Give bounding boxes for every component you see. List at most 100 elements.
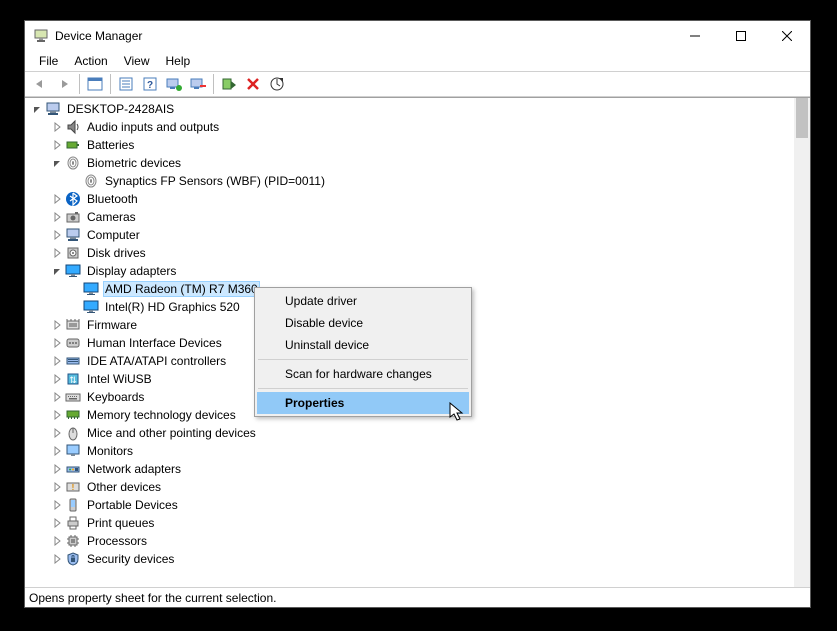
window-buttons <box>672 21 810 51</box>
tree-category-label: Computer <box>85 228 142 242</box>
tree-category[interactable]: Display adapters <box>25 262 794 280</box>
tree-category[interactable]: Batteries <box>25 136 794 154</box>
show-hidden-button[interactable] <box>84 73 106 95</box>
ctx-update-driver[interactable]: Update driver <box>257 290 469 312</box>
help-button[interactable]: ? <box>139 73 161 95</box>
network-icon <box>65 461 81 477</box>
biometric-icon <box>65 155 81 171</box>
tree-category[interactable]: Audio inputs and outputs <box>25 118 794 136</box>
camera-icon <box>65 209 81 225</box>
chevron-right-icon[interactable] <box>51 517 63 529</box>
menu-view[interactable]: View <box>118 53 156 69</box>
chevron-right-icon[interactable] <box>51 445 63 457</box>
audio-icon <box>65 119 81 135</box>
portable-icon <box>65 497 81 513</box>
tree-category-label: Audio inputs and outputs <box>85 120 221 134</box>
ctx-disable-device[interactable]: Disable device <box>257 312 469 334</box>
toolbar-separator <box>79 74 80 94</box>
properties-button[interactable] <box>115 73 137 95</box>
tree-category[interactable]: Bluetooth <box>25 190 794 208</box>
tree-category[interactable]: Monitors <box>25 442 794 460</box>
disk-icon <box>65 245 81 261</box>
chevron-right-icon[interactable] <box>51 337 63 349</box>
chevron-right-icon[interactable] <box>51 355 63 367</box>
tree-category[interactable]: !Other devices <box>25 478 794 496</box>
chevron-right-icon[interactable] <box>51 463 63 475</box>
tree-root-label: DESKTOP-2428AIS <box>65 102 176 116</box>
maximize-button[interactable] <box>718 21 764 51</box>
chevron-right-icon[interactable] <box>51 427 63 439</box>
chevron-down-icon[interactable] <box>51 265 63 277</box>
menu-file[interactable]: File <box>33 53 64 69</box>
menu-help[interactable]: Help <box>160 53 197 69</box>
ctx-scan-hardware[interactable]: Scan for hardware changes <box>257 363 469 385</box>
tree-category-label: Human Interface Devices <box>85 336 224 350</box>
tree-category-label: Other devices <box>85 480 163 494</box>
chevron-right-icon[interactable] <box>51 229 63 241</box>
chevron-down-icon[interactable] <box>31 103 43 115</box>
tree-category-label: Biometric devices <box>85 156 183 170</box>
tree-category[interactable]: Biometric devices <box>25 154 794 172</box>
tree-category-label: IDE ATA/ATAPI controllers <box>85 354 228 368</box>
tree-root[interactable]: DESKTOP-2428AIS <box>25 100 794 118</box>
battery-icon <box>65 137 81 153</box>
chevron-right-icon[interactable] <box>51 121 63 133</box>
menu-action[interactable]: Action <box>68 53 113 69</box>
toolbar-separator <box>110 74 111 94</box>
ctx-separator <box>258 359 468 360</box>
hid-icon <box>65 335 81 351</box>
scrollbar-thumb[interactable] <box>796 98 808 138</box>
tree-category-label: Monitors <box>85 444 135 458</box>
tree-category[interactable]: Print queues <box>25 514 794 532</box>
minimize-button[interactable] <box>672 21 718 51</box>
chevron-right-icon[interactable] <box>51 373 63 385</box>
tree-category[interactable]: Security devices <box>25 550 794 568</box>
ctx-uninstall-device[interactable]: Uninstall device <box>257 334 469 356</box>
tree-device-label: Intel(R) HD Graphics 520 <box>103 300 242 314</box>
bluetooth-icon <box>65 191 81 207</box>
content-area: DESKTOP-2428AIS Audio inputs and outputs B… <box>25 97 810 587</box>
status-bar: Opens property sheet for the current sel… <box>25 587 810 607</box>
chevron-right-icon[interactable] <box>51 553 63 565</box>
monitor-icon <box>65 443 81 459</box>
chevron-right-icon[interactable] <box>51 247 63 259</box>
computer-icon <box>65 227 81 243</box>
tree-category-label: Mice and other pointing devices <box>85 426 258 440</box>
forward-button[interactable] <box>53 73 75 95</box>
tree-category[interactable]: Processors <box>25 532 794 550</box>
tree-category[interactable]: Disk drives <box>25 244 794 262</box>
display-icon <box>83 281 99 297</box>
scan-button[interactable] <box>266 73 288 95</box>
chevron-right-icon[interactable] <box>51 319 63 331</box>
memory-icon <box>65 407 81 423</box>
update-driver-button[interactable] <box>163 73 185 95</box>
chevron-right-icon[interactable] <box>51 535 63 547</box>
tree-category-label: Processors <box>85 534 149 548</box>
uninstall-button[interactable] <box>187 73 209 95</box>
app-icon <box>33 28 49 44</box>
ctx-properties[interactable]: Properties <box>257 392 469 414</box>
tree-category[interactable]: Computer <box>25 226 794 244</box>
chevron-right-icon[interactable] <box>51 499 63 511</box>
chevron-down-icon[interactable] <box>51 157 63 169</box>
tree-category[interactable]: Cameras <box>25 208 794 226</box>
device-manager-window: Device Manager File Action View Help ? D… <box>24 20 811 608</box>
chevron-right-icon[interactable] <box>51 139 63 151</box>
tree-device[interactable]: Synaptics FP Sensors (WBF) (PID=0011) <box>25 172 794 190</box>
tree-category[interactable]: Portable Devices <box>25 496 794 514</box>
enable-button[interactable] <box>218 73 240 95</box>
chevron-right-icon[interactable] <box>51 211 63 223</box>
close-button[interactable] <box>764 21 810 51</box>
back-button[interactable] <box>29 73 51 95</box>
disable-button[interactable] <box>242 73 264 95</box>
tree-category[interactable]: Network adapters <box>25 460 794 478</box>
tree-category-label: Bluetooth <box>85 192 140 206</box>
chevron-right-icon[interactable] <box>51 409 63 421</box>
tree-category[interactable]: Mice and other pointing devices <box>25 424 794 442</box>
chevron-right-icon[interactable] <box>51 193 63 205</box>
tree-category-label: Keyboards <box>85 390 146 404</box>
scrollbar[interactable] <box>794 98 810 587</box>
chevron-right-icon[interactable] <box>51 481 63 493</box>
chevron-right-icon[interactable] <box>51 391 63 403</box>
svg-text:?: ? <box>147 80 153 91</box>
